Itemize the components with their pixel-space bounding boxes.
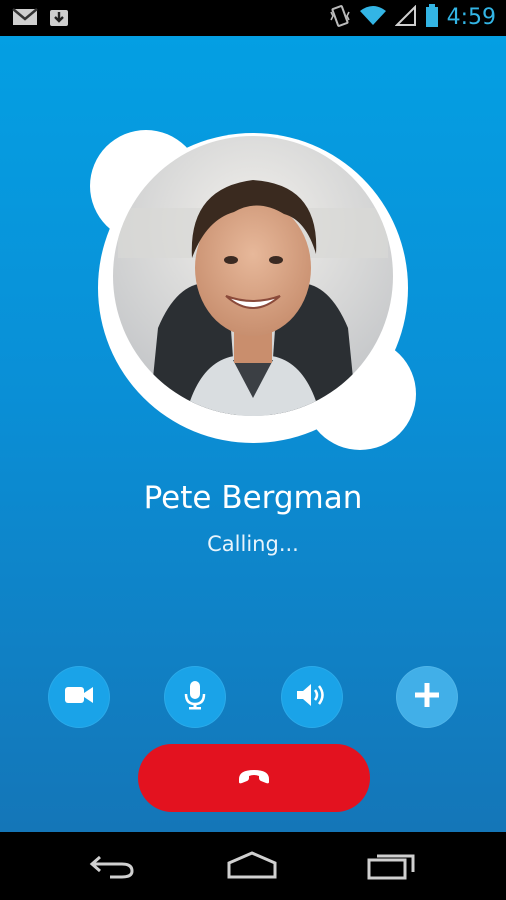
signal-icon [394,4,417,31]
recent-apps-icon [367,850,417,884]
back-button[interactable] [82,850,142,884]
add-icon [414,682,440,712]
contact-avatar [88,128,418,458]
hang-up-icon [237,767,271,789]
download-icon [48,6,70,32]
battery-icon [425,4,439,32]
navigation-bar [0,832,506,900]
mute-button[interactable] [164,666,226,728]
speaker-button[interactable] [281,666,343,728]
home-button[interactable] [222,850,282,884]
status-bar: 4:59 [0,0,506,36]
end-call-button[interactable] [138,744,370,812]
call-status: Calling... [207,532,299,556]
home-icon [225,851,279,883]
wifi-icon [359,5,387,31]
call-screen: Pete Bergman Calling... [0,36,506,832]
speaker-icon [295,681,329,713]
status-time: 4:59 [446,5,496,30]
gmail-icon [12,7,38,31]
recent-apps-button[interactable] [362,850,422,884]
add-participant-button[interactable] [396,666,458,728]
video-button[interactable] [48,666,110,728]
contact-name: Pete Bergman [143,480,363,516]
back-icon [88,851,136,883]
microphone-icon [184,680,206,714]
vibrate-icon [329,4,351,32]
video-camera-icon [64,685,94,709]
call-controls [0,666,506,730]
